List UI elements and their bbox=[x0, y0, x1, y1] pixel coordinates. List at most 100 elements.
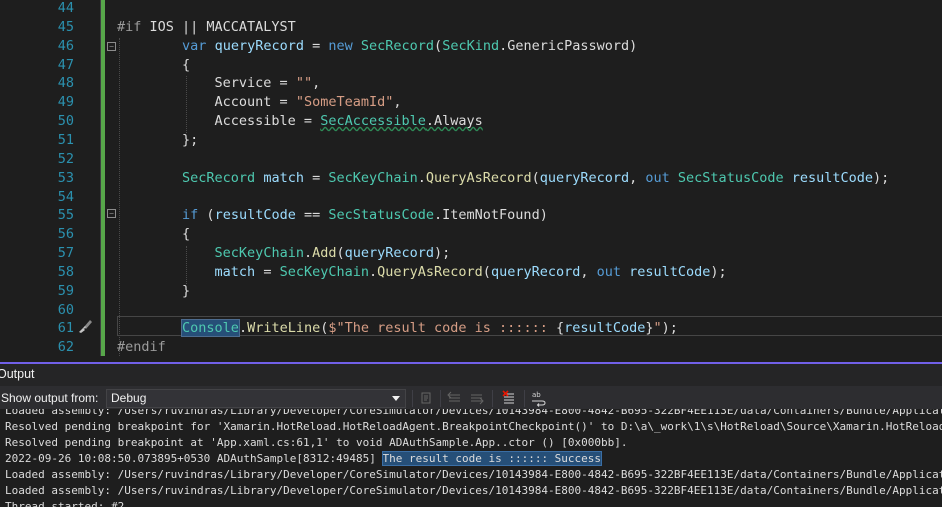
code-token: { bbox=[117, 226, 191, 243]
code-token: , bbox=[629, 169, 646, 186]
log-line: 2022-09-26 10:08:50.073895+0530 ADAuthSa… bbox=[5, 451, 603, 467]
code-text: }; bbox=[117, 131, 198, 150]
log-line: Loaded assembly: /Users/ruvindras/Librar… bbox=[5, 483, 942, 499]
code-line[interactable]: 57 SecKeyChain.Add(queryRecord); bbox=[0, 244, 942, 263]
clear-all-icon[interactable] bbox=[500, 389, 518, 407]
code-line[interactable]: 62 #endif bbox=[0, 338, 942, 357]
line-number: 55 bbox=[57, 207, 74, 224]
line-number: 50 bbox=[57, 113, 74, 130]
code-line[interactable]: 48 Service = "", bbox=[0, 74, 942, 93]
chevron-down-icon bbox=[392, 396, 400, 401]
code-line[interactable]: 50 Accessible = SecAccessible.Always bbox=[0, 112, 942, 131]
output-source-select[interactable]: Debug bbox=[106, 389, 406, 408]
code-token: ( bbox=[531, 169, 540, 186]
word-wrap-icon[interactable]: ab bbox=[530, 389, 548, 407]
code-editor[interactable]: − − 44 45 #if IOS || MACCATALYST 46 var que… bbox=[0, 0, 942, 362]
code-token: "" bbox=[295, 75, 313, 92]
code-token: .ItemNotFound) bbox=[434, 207, 548, 224]
code-token: SecStatusCode bbox=[328, 207, 435, 224]
code-line[interactable]: 55 if (resultCode == SecStatusCode.ItemN… bbox=[0, 206, 942, 225]
code-token: Account = bbox=[117, 94, 296, 111]
code-token: . bbox=[499, 37, 508, 54]
search-highlight: The result code is :::::: Success bbox=[381, 451, 603, 466]
line-number: 53 bbox=[57, 169, 74, 186]
code-text: { bbox=[117, 225, 190, 244]
code-token: WriteLine bbox=[247, 320, 321, 337]
line-number: 44 bbox=[57, 0, 74, 16]
code-line[interactable]: 46 var queryRecord = new SecRecord(SecKi… bbox=[0, 37, 942, 56]
code-token: resultCode bbox=[629, 263, 711, 280]
output-source-value: Debug bbox=[111, 391, 147, 405]
line-number: 60 bbox=[57, 301, 74, 318]
code-token: SecKind bbox=[442, 37, 500, 54]
output-title-bar bbox=[0, 364, 942, 386]
line-number: 62 bbox=[57, 339, 74, 356]
code-line[interactable]: 44 bbox=[0, 0, 942, 18]
code-token: SecKeyChain bbox=[328, 169, 418, 186]
line-number: 59 bbox=[57, 282, 74, 299]
code-line[interactable]: 51 }; bbox=[0, 131, 942, 150]
code-token: Service = bbox=[117, 75, 296, 92]
go-to-next-icon[interactable] bbox=[468, 389, 486, 407]
code-token: resultCode bbox=[564, 320, 646, 337]
code-token: " bbox=[653, 320, 662, 337]
code-token: .Always bbox=[425, 113, 483, 130]
output-panel-title: Output bbox=[0, 367, 35, 381]
code-line[interactable]: 58 match = SecKeyChain.QueryAsRecord(que… bbox=[0, 263, 942, 282]
code-token: == bbox=[295, 207, 329, 224]
code-line[interactable]: 60 bbox=[0, 301, 942, 320]
code-line[interactable]: 45 #if IOS || MACCATALYST bbox=[0, 18, 942, 37]
log-text: Resolved pending breakpoint at 'App.xaml… bbox=[5, 436, 628, 449]
find-message-icon[interactable] bbox=[418, 389, 436, 407]
code-token: Console bbox=[181, 319, 240, 338]
code-token: queryRecord bbox=[344, 245, 435, 262]
toolbar-separator bbox=[524, 390, 525, 407]
code-token: $"The result code is :::::: bbox=[328, 320, 556, 337]
line-number: 56 bbox=[57, 226, 74, 243]
line-number: 45 bbox=[57, 18, 74, 35]
log-text: 2022-09-26 10:08:50.073895+0530 ADAuthSa… bbox=[5, 452, 383, 465]
code-text: #endif bbox=[117, 338, 166, 357]
code-token: ) bbox=[629, 37, 638, 54]
log-text: Loaded assembly: /Users/ruvindras/Librar… bbox=[5, 468, 942, 481]
code-token: #if bbox=[117, 18, 150, 35]
code-line[interactable]: 52 bbox=[0, 150, 942, 169]
output-log[interactable]: Loaded assembly: /Users/ruvindras/Librar… bbox=[0, 409, 942, 507]
code-token: ( bbox=[482, 263, 491, 280]
code-text: SecRecord match = SecKeyChain.QueryAsRec… bbox=[117, 169, 889, 188]
code-token: ); bbox=[873, 169, 890, 186]
code-token: , bbox=[312, 75, 321, 92]
code-token: ); bbox=[661, 320, 678, 337]
code-line[interactable]: 47 { bbox=[0, 56, 942, 75]
code-line[interactable]: 49 Account = "SomeTeamId", bbox=[0, 93, 942, 112]
code-token: = bbox=[303, 169, 329, 186]
code-line[interactable]: 53 SecRecord match = SecKeyChain.QueryAs… bbox=[0, 169, 942, 188]
log-line: Loaded assembly: /Users/ruvindras/Librar… bbox=[5, 467, 942, 483]
code-line[interactable]: 59 } bbox=[0, 282, 942, 301]
code-token: ( bbox=[336, 245, 345, 262]
code-line[interactable]: 56 { bbox=[0, 225, 942, 244]
code-token: . bbox=[238, 320, 248, 337]
code-token: } bbox=[117, 282, 191, 299]
code-token: . bbox=[303, 245, 313, 262]
go-to-previous-icon[interactable] bbox=[446, 389, 464, 407]
quick-actions-brush-icon[interactable] bbox=[77, 318, 93, 334]
code-token: = bbox=[303, 37, 329, 54]
code-token: ( bbox=[434, 37, 443, 54]
code-line[interactable]: 61 Console.WriteLine($"The result code i… bbox=[0, 319, 942, 338]
code-text: Console.WriteLine($"The result code is :… bbox=[117, 319, 678, 338]
code-token: ); bbox=[434, 245, 451, 262]
code-token: . bbox=[368, 263, 378, 280]
line-number: 61 bbox=[57, 320, 74, 337]
line-number: 52 bbox=[57, 150, 74, 167]
code-token: resultCode bbox=[791, 169, 874, 186]
code-line[interactable]: 54 bbox=[0, 188, 942, 207]
line-number: 47 bbox=[57, 56, 74, 73]
code-token: } bbox=[645, 320, 654, 337]
